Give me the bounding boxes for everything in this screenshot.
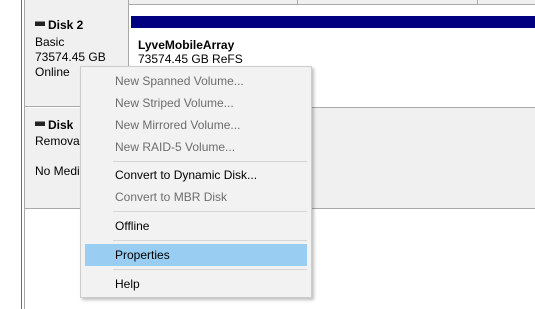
menu-item-new-mirrored-volume: New Mirrored Volume... (115, 118, 241, 132)
disk-context-menu: New Spanned Volume... New Striped Volume… (80, 66, 312, 298)
menu-separator (113, 240, 307, 241)
removable-disk-title: Disk (48, 118, 74, 132)
window-edge (21, 0, 22, 309)
disk-icon (35, 121, 45, 127)
disk-icon (35, 21, 45, 27)
volume-header-bar (131, 16, 535, 28)
menu-item-convert-to-mbr-disk: Convert to MBR Disk (115, 190, 228, 204)
disk-2-type: Basic (35, 35, 65, 49)
menu-separator (113, 269, 307, 270)
menu-item-offline[interactable]: Offline (85, 215, 307, 237)
menu-item-new-raid5-volume: New RAID-5 Volume... (115, 140, 236, 154)
menu-separator (113, 211, 307, 212)
removable-disk-type: Removal (35, 134, 83, 148)
strip-divider (477, 0, 478, 4)
menu-separator (113, 161, 307, 162)
disk-2-status: Online (35, 65, 70, 79)
strip-divider (297, 0, 298, 4)
disk-management-view: Disk 2 Basic 73574.45 GB Online LyveMobi… (0, 0, 535, 309)
removable-disk-title-row: Disk (35, 118, 73, 132)
menu-item-properties[interactable]: Properties (85, 244, 307, 266)
menu-item-new-striped-volume: New Striped Volume... (115, 96, 234, 110)
volume-name: LyveMobileArray (138, 38, 235, 52)
disk-2-title: Disk 2 (48, 18, 84, 32)
menu-item-new-spanned-volume: New Spanned Volume... (115, 74, 244, 88)
removable-disk-status: No Medi (35, 164, 80, 178)
volume-detail: 73574.45 GB ReFS (138, 52, 243, 66)
disk-2-size: 73574.45 GB (35, 50, 106, 64)
menu-item-convert-to-dynamic-disk[interactable]: Convert to Dynamic Disk... (85, 164, 307, 186)
disk-2-title-row: Disk 2 (35, 18, 83, 32)
menu-item-help[interactable]: Help (85, 273, 307, 295)
previous-row-strip (129, 0, 535, 5)
